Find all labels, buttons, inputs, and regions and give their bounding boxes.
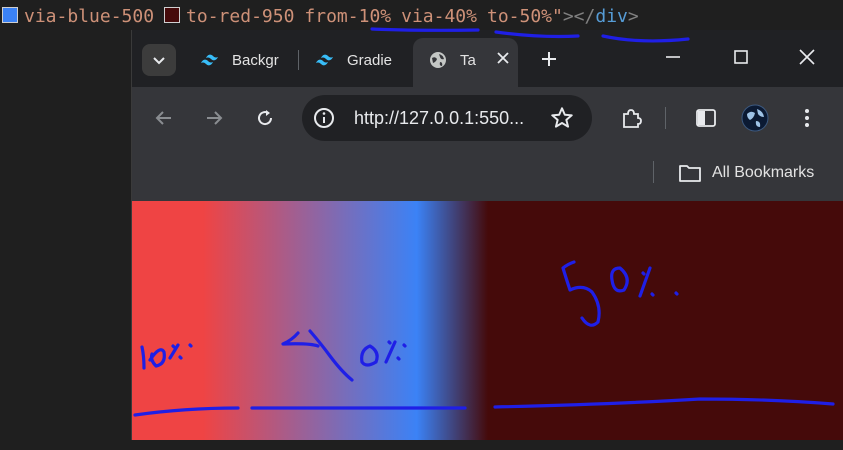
maximize-button[interactable]	[718, 42, 764, 72]
arrow-right-icon	[207, 111, 223, 125]
browser-window: Backgr Gradie Ta http://127.0.0.1:550...…	[131, 30, 843, 440]
tab-search-button[interactable]	[142, 44, 176, 76]
folder-icon	[679, 165, 701, 182]
tab-label: Backgr	[232, 51, 279, 69]
toolbar: http://127.0.0.1:550...	[132, 87, 843, 147]
minimize-icon	[666, 56, 680, 58]
tab-current[interactable]: Ta	[428, 43, 488, 77]
all-bookmarks-label: All Bookmarks	[712, 164, 815, 181]
close-icon	[497, 52, 509, 64]
back-button[interactable]	[150, 104, 178, 132]
extensions-button[interactable]	[617, 104, 645, 132]
bookmarks-bar: All Bookmarks	[132, 147, 843, 201]
swatch-blue	[2, 7, 18, 23]
tab-backgrounds[interactable]: Backgr	[200, 43, 285, 77]
side-panel-icon	[696, 109, 716, 127]
side-panel-button[interactable]	[692, 104, 720, 132]
tab-bar: Backgr Gradie Ta	[132, 30, 843, 87]
earth-avatar-icon	[741, 104, 769, 132]
closing-tag-open: ></	[562, 6, 596, 27]
toolbar-divider	[665, 107, 666, 129]
closing-tag-name: div	[595, 6, 628, 27]
bookmarks-divider	[653, 161, 654, 183]
close-icon	[799, 49, 815, 65]
chevron-down-icon	[153, 57, 165, 65]
class-token-via-blue: via-blue-500	[24, 6, 155, 27]
tab-label: Ta	[460, 51, 476, 69]
reload-icon	[258, 110, 273, 126]
new-tab-button[interactable]	[536, 46, 562, 72]
class-token-to: to-50%"	[486, 6, 563, 27]
profile-avatar[interactable]	[741, 104, 769, 132]
address-bar[interactable]: http://127.0.0.1:550...	[302, 95, 592, 141]
tab-divider	[298, 50, 299, 70]
reload-button[interactable]	[251, 104, 279, 132]
class-token-to-red: to-red-950	[186, 6, 295, 27]
puzzle-icon	[623, 109, 642, 128]
close-window-button[interactable]	[784, 42, 830, 72]
minimize-button[interactable]	[650, 42, 696, 72]
tab-close-button[interactable]	[494, 49, 512, 67]
globe-icon	[430, 52, 446, 68]
maximize-icon	[734, 50, 748, 64]
editor-background	[0, 34, 131, 450]
code-line: via-blue-500 to-red-950 from-10% via-40% to-…	[0, 0, 843, 34]
forward-button[interactable]	[200, 104, 228, 132]
gradient-preview	[132, 201, 843, 440]
all-bookmarks-button[interactable]: All Bookmarks	[678, 159, 814, 187]
class-token-from: from-10%	[304, 6, 392, 27]
tailwind-icon	[316, 54, 333, 66]
arrow-left-icon	[155, 111, 171, 125]
tab-label: Gradie	[347, 51, 393, 69]
info-icon[interactable]	[312, 106, 336, 130]
url-text[interactable]: http://127.0.0.1:550...	[354, 108, 524, 129]
star-icon[interactable]	[549, 105, 575, 131]
closing-tag-end: >	[627, 6, 639, 27]
menu-button[interactable]	[793, 104, 821, 132]
tailwind-icon	[201, 54, 218, 66]
class-token-via: via-40%	[401, 6, 477, 27]
plus-icon	[542, 52, 556, 66]
tab-gradients[interactable]: Gradie	[315, 43, 400, 77]
more-vertical-icon	[805, 109, 809, 127]
swatch-red	[164, 7, 181, 23]
